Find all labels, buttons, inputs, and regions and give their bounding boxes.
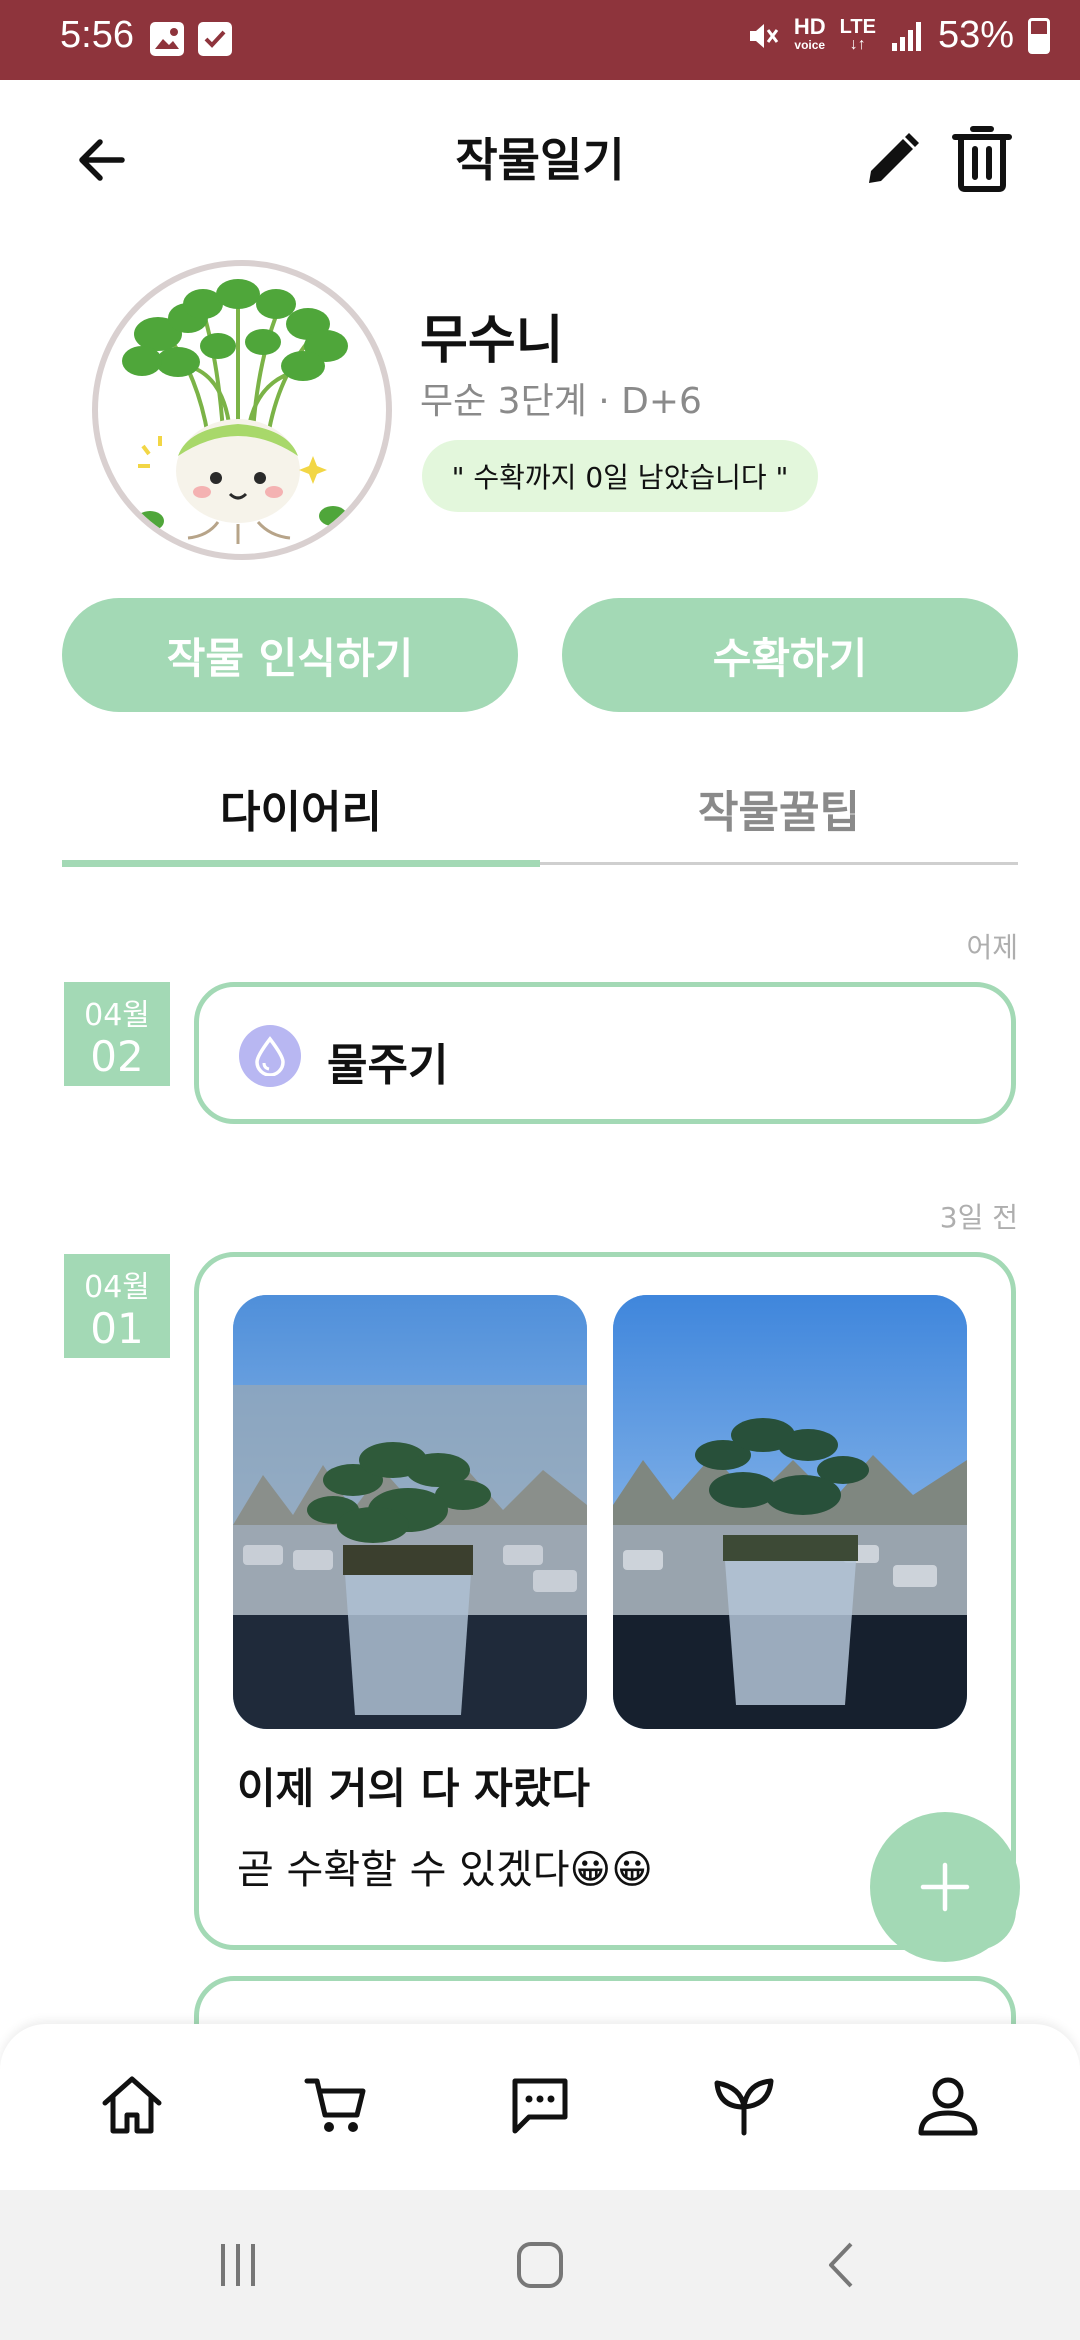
hd-voice-indicator: HD voice [793,13,826,54]
lte-label: LTE [839,15,876,38]
cart-icon[interactable] [296,2066,376,2146]
harvest-button[interactable]: 수확하기 [562,598,1018,712]
crop-stage: 무순 3단계 · D+6 [420,381,702,422]
diary-entry-title: 이제 거의 다 자랐다 [237,1764,590,1813]
tab-active-indicator [62,860,540,867]
chat-icon[interactable] [500,2066,580,2146]
trash-icon[interactable] [944,116,1020,200]
entry-relative-date: 3일 전 [939,1201,1018,1234]
water-drop-icon [239,1025,301,1087]
pencil-icon[interactable] [852,120,932,200]
signal-icon [891,21,921,51]
bottom-navigation [0,2024,1080,2190]
crop-avatar [92,260,392,560]
harvest-countdown-badge: " 수확까지 0일 남았습니다 " [422,440,818,512]
sprout-icon[interactable] [704,2066,784,2146]
crop-name: 무수니 [420,311,564,371]
profile-icon[interactable] [908,2066,988,2146]
home-button-icon[interactable] [500,2230,580,2300]
status-time: 5:56 [60,14,134,56]
recognize-crop-button[interactable]: 작물 인식하기 [62,598,518,712]
diary-photo[interactable] [233,1295,587,1729]
watering-label: 물주기 [327,1040,449,1091]
diary-photo[interactable] [613,1295,967,1729]
entry-day: 01 [90,1304,144,1353]
app-header: 작물일기 [0,80,1080,230]
plus-icon [920,1862,970,1912]
battery-icon [1028,17,1050,54]
entry-date-badge: 04월 02 [64,982,170,1086]
diary-entry-text: 곧 수확할 수 있겠다😀😀 [237,1847,653,1893]
status-bar: 5:56 HD voice LTE ↓↑ 53% [0,0,1080,80]
watering-entry-card[interactable]: 물주기 [194,982,1016,1124]
entry-month: 04월 [84,1270,150,1305]
battery-percent: 53% [937,14,1014,56]
entry-month: 04월 [84,998,150,1033]
system-navigation-bar [0,2190,1080,2340]
data-arrows-icon: ↓↑ [849,35,866,53]
entry-relative-date: 어제 [966,931,1018,964]
hd-label: HD [793,13,826,39]
mute-icon [749,23,779,48]
entry-day: 02 [90,1032,144,1081]
entry-date-badge: 04월 01 [64,1254,170,1358]
check-notification-icon [198,22,232,56]
gallery-notification-icon [150,22,184,56]
home-icon[interactable] [92,2066,172,2146]
back-nav-icon[interactable] [802,2230,882,2300]
lte-indicator: LTE ↓↑ [839,15,876,54]
voice-label: voice [794,37,826,52]
add-entry-button[interactable] [870,1812,1020,1962]
tab-diary[interactable]: 다이어리 [62,776,540,840]
tab-crop-tips[interactable]: 작물꿀팁 [540,776,1018,840]
status-icons: HD voice LTE ↓↑ 53% [746,14,1050,57]
recent-apps-icon[interactable] [198,2230,278,2300]
